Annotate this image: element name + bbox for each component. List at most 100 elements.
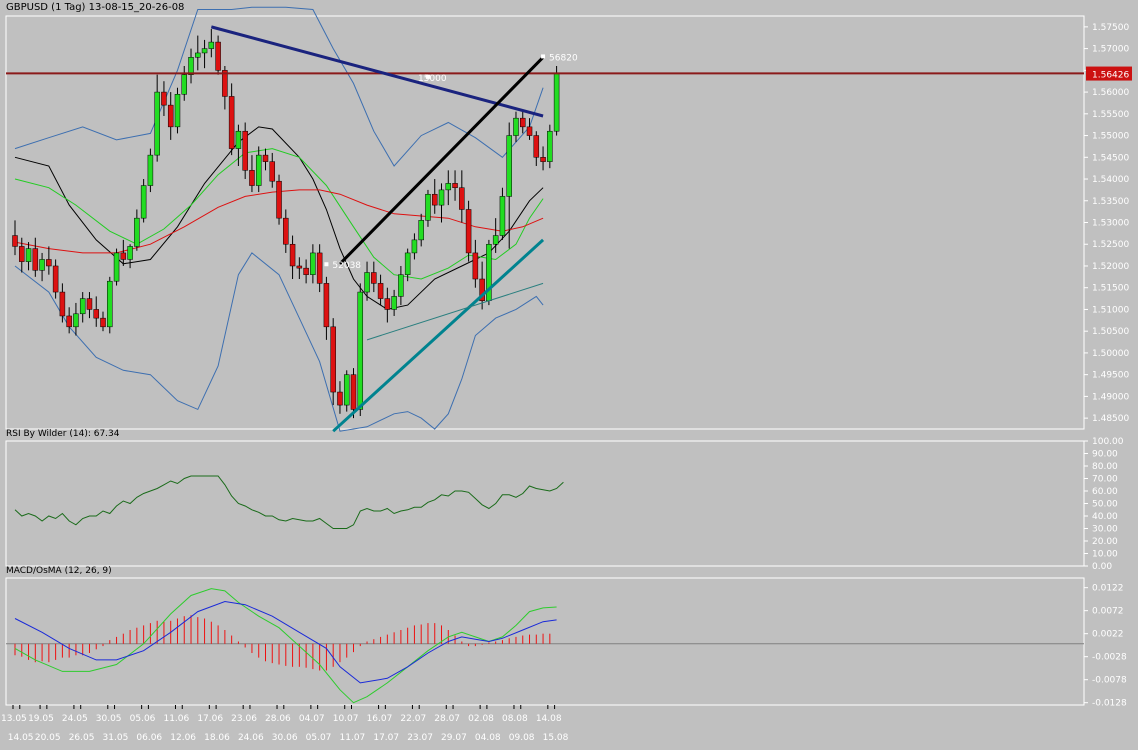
candle-body xyxy=(147,154,154,186)
price-tick-label: 1.52000 xyxy=(1092,262,1129,272)
candle-body xyxy=(228,96,235,149)
candle-body xyxy=(201,48,208,54)
candle-body xyxy=(520,117,526,128)
candle-body xyxy=(12,235,18,247)
candle-body xyxy=(513,117,519,136)
date-tick-label: 09.08 xyxy=(509,733,535,743)
candle-body xyxy=(384,298,391,310)
date-tick-label: 02.08 xyxy=(468,714,494,724)
candle-body xyxy=(310,252,316,275)
macd-tick-label: -0.0128 xyxy=(1092,699,1127,709)
candle-body xyxy=(208,41,215,49)
candle-body xyxy=(337,391,343,406)
candle-body xyxy=(79,298,86,315)
price-panel[interactable] xyxy=(5,15,1085,430)
macd-tick-label: 0.0022 xyxy=(1092,630,1124,640)
date-tick-label: 16.07 xyxy=(367,714,393,724)
candle-body xyxy=(255,154,262,186)
candle-body xyxy=(553,73,560,132)
candle-body xyxy=(107,280,113,328)
date-tick-label: 14.05 xyxy=(8,733,34,743)
price-tick-label: 1.50000 xyxy=(1092,349,1129,359)
annotation-label: 15000 xyxy=(418,74,447,84)
price-tick-label: 1.50500 xyxy=(1092,327,1129,337)
price-tick-label: 1.54500 xyxy=(1092,153,1129,163)
date-tick-label: 08.08 xyxy=(502,714,528,724)
candle-body xyxy=(296,265,303,269)
date-tick-label: 30.06 xyxy=(272,733,298,743)
candle-body xyxy=(242,130,248,171)
candle-body xyxy=(283,217,289,245)
candle-body xyxy=(411,239,418,254)
annotation-marker xyxy=(541,54,546,59)
date-tick-label: 23.07 xyxy=(407,733,433,743)
date-tick-label: 29.07 xyxy=(441,733,467,743)
macd-tick-label: 0.0122 xyxy=(1092,584,1124,594)
price-tick-label: 1.49000 xyxy=(1092,392,1129,402)
price-tick-label: 1.57500 xyxy=(1092,23,1129,33)
price-tick-label: 1.53000 xyxy=(1092,219,1129,229)
date-tick-label: 13.05 xyxy=(1,714,27,724)
candle-body xyxy=(73,313,79,328)
candle-body xyxy=(262,154,269,162)
date-tick-label: 04.07 xyxy=(299,714,325,724)
candle-body xyxy=(46,259,52,267)
price-tick-label: 1.55500 xyxy=(1092,110,1129,120)
macd-panel[interactable] xyxy=(5,577,1085,706)
candle-body xyxy=(215,41,221,71)
candle-body xyxy=(19,246,25,262)
date-tick-label: 17.06 xyxy=(197,714,223,724)
rsi-tick-label: 50.00 xyxy=(1092,500,1118,510)
date-tick-label: 17.07 xyxy=(373,733,399,743)
date-tick-label: 06.06 xyxy=(136,733,162,743)
candle-body xyxy=(418,220,424,241)
price-tick-label: 1.51000 xyxy=(1092,305,1129,315)
rsi-tick-label: 90.00 xyxy=(1092,450,1118,460)
macd-label: MACD/OsMA (12, 26, 9) xyxy=(6,566,112,576)
candle-body xyxy=(140,185,147,219)
candle-body xyxy=(465,209,472,254)
price-tick-label: 1.49500 xyxy=(1092,371,1129,381)
candle-body xyxy=(350,374,357,410)
rsi-tick-label: 70.00 xyxy=(1092,475,1118,485)
candle-body xyxy=(445,183,452,191)
candle-body xyxy=(398,274,404,297)
candle-body xyxy=(66,315,72,328)
date-tick-label: 24.05 xyxy=(62,714,88,724)
candle-body xyxy=(540,157,546,162)
candle-body xyxy=(377,283,384,299)
date-tick-label: 11.06 xyxy=(163,714,189,724)
candle-body xyxy=(32,248,39,271)
candle-body xyxy=(533,135,540,158)
date-tick-label: 14.08 xyxy=(536,714,562,724)
current-price-label: 1.56426 xyxy=(1092,71,1129,81)
macd-tick-label: -0.0028 xyxy=(1092,653,1127,663)
candle-body xyxy=(391,296,397,310)
candle-body xyxy=(371,272,377,284)
date-tick-label: 19.05 xyxy=(28,714,54,724)
rsi-panel[interactable] xyxy=(5,440,1085,567)
date-tick-label: 11.07 xyxy=(340,733,366,743)
candle-body xyxy=(526,126,533,136)
rsi-tick-label: 30.00 xyxy=(1092,525,1118,535)
date-tick-label: 28.06 xyxy=(265,714,291,724)
candle-body xyxy=(161,91,167,106)
candle-body xyxy=(276,180,282,219)
candle-body xyxy=(459,187,465,210)
date-tick-label: 10.07 xyxy=(333,714,359,724)
date-tick-label: 05.06 xyxy=(130,714,156,724)
candle-body xyxy=(25,248,32,262)
candle-body xyxy=(269,161,276,182)
candle-body xyxy=(330,326,336,393)
price-tick-label: 1.53500 xyxy=(1092,197,1129,207)
candle-body xyxy=(100,317,106,328)
macd-tick-label: -0.0078 xyxy=(1092,676,1127,686)
candle-body xyxy=(323,283,330,328)
candle-body xyxy=(472,252,479,280)
rsi-label: RSI By Wilder (14): 67.34 xyxy=(6,429,120,439)
candle-body xyxy=(404,252,411,275)
candle-body xyxy=(343,374,350,406)
candle-body xyxy=(52,265,59,293)
candle-body xyxy=(113,252,120,282)
candle-body xyxy=(93,309,99,319)
